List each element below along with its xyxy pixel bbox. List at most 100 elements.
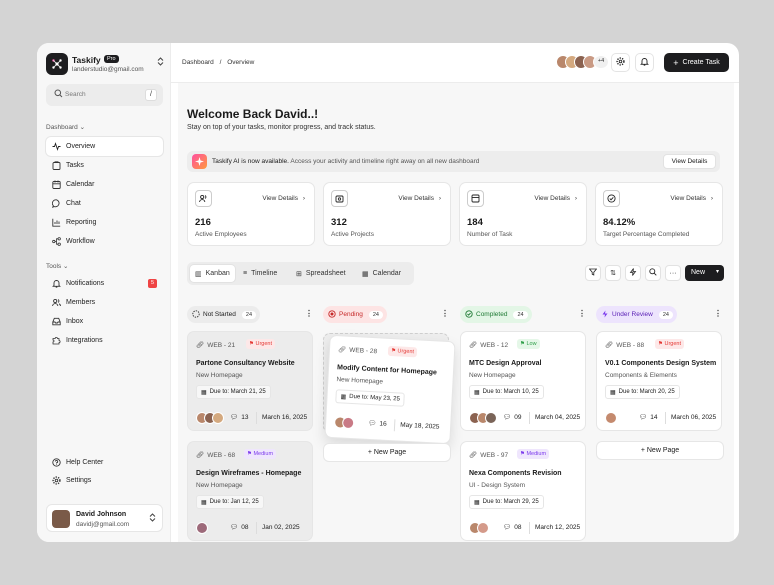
stat-value: 84.12%	[603, 217, 636, 228]
tab-spreadsheet[interactable]: ⊞ Spreadsheet	[291, 265, 351, 282]
sort-button[interactable]: ⇅	[605, 265, 621, 281]
tab-kanban[interactable]: ▥ Kanban	[190, 265, 235, 282]
workspace-switcher[interactable]: Taskify Pro landerstudio@gmail.com	[46, 53, 164, 79]
calendar-icon: ▦	[201, 499, 207, 506]
sidebar-item-reporting[interactable]: Reporting	[46, 213, 163, 232]
plus-icon: +	[640, 447, 645, 454]
due-date-chip: ▦ Due to: March 21, 25	[196, 385, 271, 399]
task-card[interactable]: 🔗︎ WEB - 21 ⚑ Urgent Partone Consultancy …	[187, 331, 313, 431]
filter-icon	[588, 268, 598, 278]
user-email: davidj@gmail.com	[76, 521, 130, 528]
calendar-icon: ▦	[201, 389, 207, 396]
view-details-label: View Details	[398, 195, 435, 202]
sidebar-item-inbox[interactable]: Inbox	[46, 312, 163, 331]
task-card[interactable]: 🔗︎ WEB - 97 ⚑ Medium Nexa Components Revi…	[460, 441, 586, 541]
comment-count[interactable]: 💬︎ 16	[368, 419, 387, 428]
sidebar-item-overview[interactable]: Overview	[46, 137, 163, 156]
new-page-button[interactable]: + New Page	[323, 443, 451, 462]
sidebar-item-calendar[interactable]: Calendar	[46, 175, 163, 194]
sidebar-item-workflow[interactable]: Workflow	[46, 232, 163, 251]
due-date-text: Due to: March 29, 25	[482, 499, 539, 505]
user-account-switcher[interactable]: David Johnson davidj@gmail.com	[46, 504, 163, 532]
task-card[interactable]: 🔗︎ WEB - 68 ⚑ Medium Design Wireframes - …	[187, 441, 313, 541]
stat-value: 312	[331, 217, 347, 228]
stat-value: 216	[195, 217, 211, 228]
view-details-link[interactable]: View Details ›	[534, 195, 577, 202]
stack-icon	[467, 190, 484, 207]
flag-icon: ⚑	[520, 451, 525, 457]
settings-button[interactable]	[611, 53, 630, 72]
sort-icon: ⇅	[610, 270, 616, 277]
priority-badge: ⚑ Low	[517, 339, 540, 349]
new-page-label: New Page	[373, 449, 407, 456]
comment-count[interactable]: 💬︎ 08	[503, 523, 522, 532]
tab-label: Timeline	[251, 270, 278, 277]
sidebar-item-label: Members	[66, 299, 96, 306]
sidebar-item-notifications[interactable]: Notifications 5	[46, 274, 163, 293]
due-date-text: Due to: March 20, 25	[618, 389, 675, 395]
sidebar-item-label: Tasks	[66, 162, 84, 169]
priority-label: Low	[526, 341, 537, 347]
create-task-label: Create Task	[682, 59, 720, 66]
chat-icon	[51, 199, 61, 209]
chevron-up-down-icon	[157, 57, 164, 68]
breadcrumb-dashboard[interactable]: Dashboard	[182, 59, 214, 66]
stat-label: Active Projects	[331, 231, 374, 238]
view-details-label: View Details	[534, 195, 571, 202]
column-menu-icon[interactable]: ⋮	[578, 309, 586, 318]
task-card[interactable]: 🔗︎ WEB - 12 ⚑ Low MTC Design Approval New…	[460, 331, 586, 431]
kanban-icon: ▥	[195, 270, 202, 278]
view-details-link[interactable]: View Details ›	[398, 195, 441, 202]
sidebar-item-tasks[interactable]: Tasks	[46, 156, 163, 175]
sidebar-item-members[interactable]: Members	[46, 293, 163, 312]
search-button[interactable]	[645, 265, 661, 281]
filter-button[interactable]	[585, 265, 601, 281]
sidebar-item-label: Calendar	[66, 181, 95, 188]
more-options-button[interactable]: ···	[665, 265, 681, 281]
search-input[interactable]: Search /	[46, 84, 163, 106]
ai-announcement-banner: Taskify AI is now available. Access your…	[187, 151, 720, 172]
comment-count[interactable]: 💬︎ 13	[230, 413, 249, 422]
view-details-link[interactable]: View Details ›	[262, 195, 305, 202]
more-members-count: +4	[593, 55, 609, 69]
column-menu-icon[interactable]: ⋮	[305, 309, 313, 318]
calendar-icon: ▦	[474, 499, 480, 506]
comment-count[interactable]: 💬︎ 09	[503, 413, 522, 422]
folder-icon	[331, 190, 348, 207]
priority-label: Medium	[526, 451, 547, 457]
main-area: Dashboard / Overview +4 + Create Task We…	[171, 43, 739, 542]
comment-count[interactable]: 💬︎ 08	[230, 523, 249, 532]
task-date: March 06, 2025	[671, 414, 717, 421]
sidebar-item-settings[interactable]: Settings	[46, 471, 163, 490]
view-details-link[interactable]: View Details ›	[670, 195, 713, 202]
automation-button[interactable]	[625, 265, 641, 281]
task-id-text: WEB - 12	[480, 341, 509, 349]
create-task-button[interactable]: + Create Task	[664, 53, 729, 72]
priority-label: Urgent	[397, 348, 415, 356]
view-tabs: ▥ Kanban ≡ Timeline ⊞ Spreadsheet ▦ Calendar	[187, 262, 414, 285]
link-icon: 🔗︎	[196, 342, 205, 349]
tab-calendar[interactable]: ▦ Calendar	[357, 265, 406, 282]
tab-timeline[interactable]: ≡ Timeline	[238, 265, 282, 282]
banner-view-details-button[interactable]: View Details	[663, 154, 716, 169]
task-card[interactable]: 🔗︎ WEB - 88 ⚑ Urgent V0.1 Components Desi…	[596, 331, 722, 431]
task-id: 🔗︎ WEB - 12	[469, 341, 509, 350]
divider	[529, 412, 530, 424]
new-page-button[interactable]: + New Page	[596, 441, 724, 460]
column-menu-icon[interactable]: ⋮	[441, 309, 449, 318]
comment-count[interactable]: 💬︎ 14	[639, 413, 658, 422]
new-item-button[interactable]: New ▾	[685, 265, 724, 281]
section-dashboard[interactable]: Dashboard ⌄	[46, 123, 85, 131]
section-tools[interactable]: Tools ⌄	[46, 262, 68, 270]
sidebar-item-chat[interactable]: Chat	[46, 194, 163, 213]
notifications-button[interactable]	[635, 53, 654, 72]
search-placeholder: Search	[65, 91, 86, 98]
task-card-dragging[interactable]: 🔗︎ WEB - 28 ⚑ Urgent Modify Content for H…	[324, 334, 456, 445]
task-id: 🔗︎ WEB - 97	[469, 451, 508, 460]
sidebar-item-help-center[interactable]: Help Center	[46, 453, 163, 472]
sidebar-item-integrations[interactable]: Integrations	[46, 331, 163, 350]
priority-label: Urgent	[255, 341, 272, 347]
taskify-logo-icon	[46, 53, 68, 75]
column-header-under-review: Under Review 24	[596, 306, 677, 323]
column-menu-icon[interactable]: ⋮	[714, 309, 722, 318]
